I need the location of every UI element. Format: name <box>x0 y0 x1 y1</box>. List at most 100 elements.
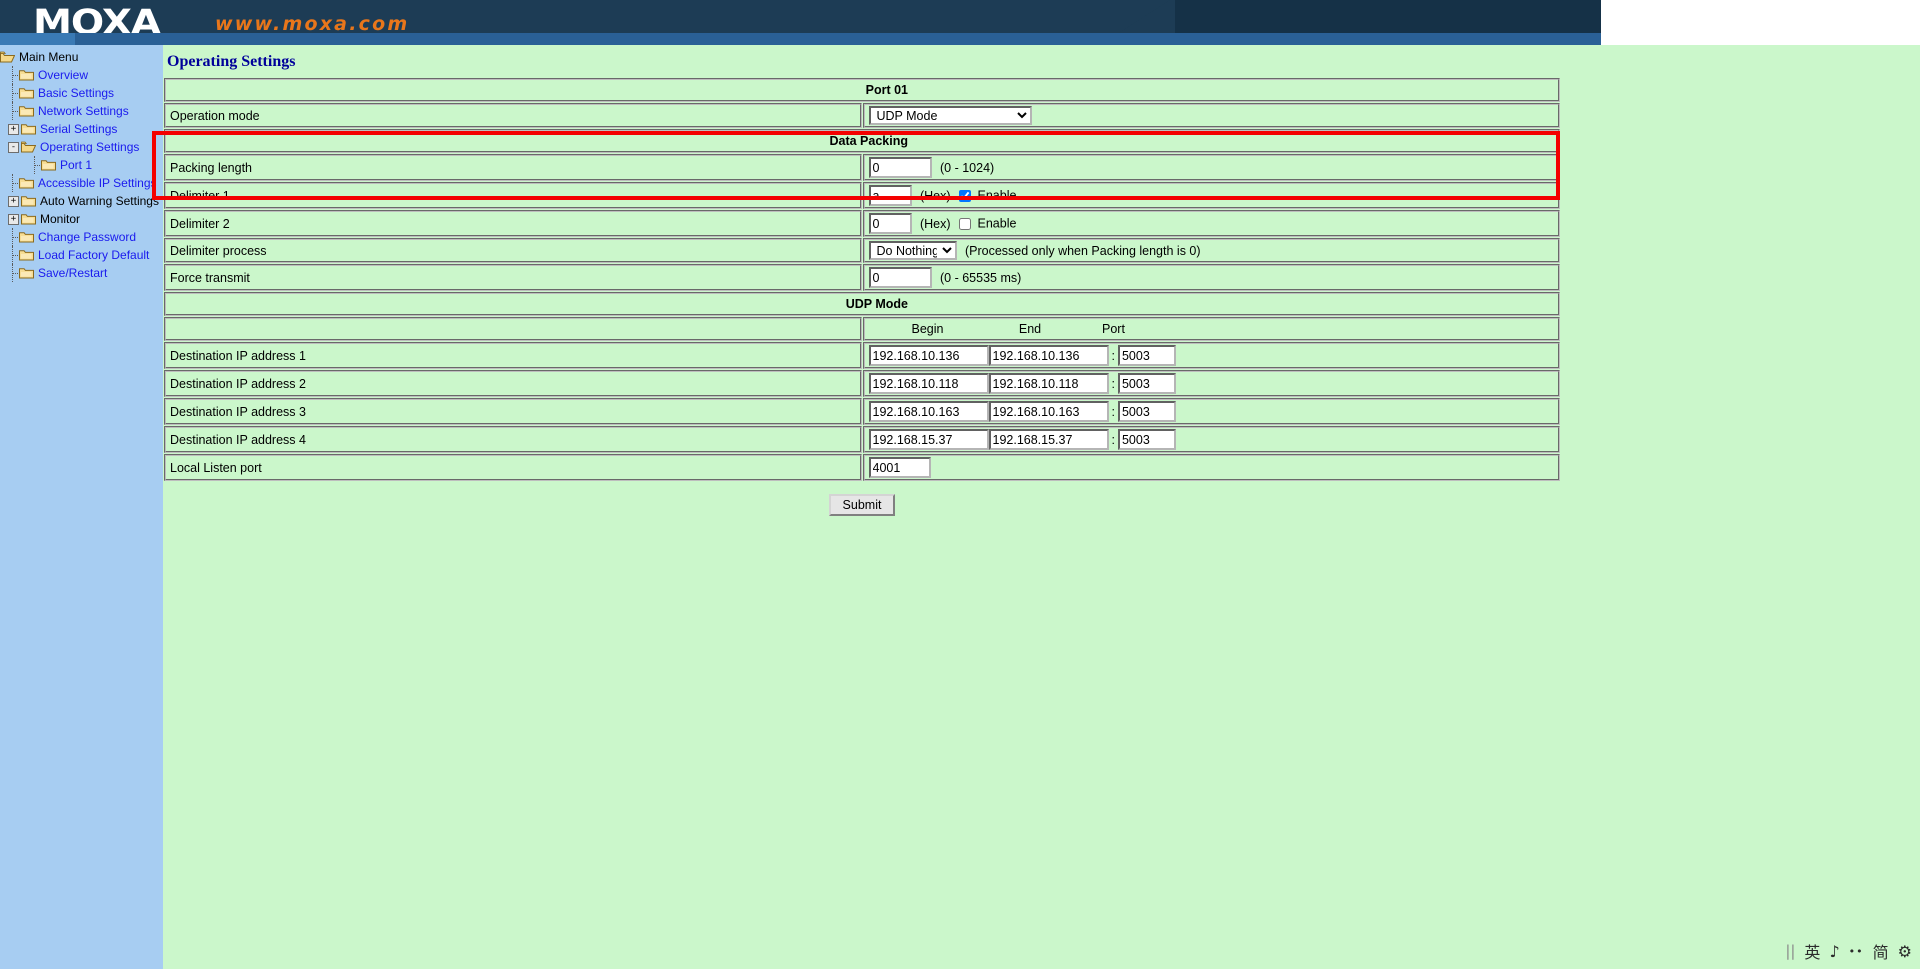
force-transmit-input[interactable] <box>868 267 932 288</box>
packing-length-label: Packing length <box>164 154 862 181</box>
collapse-node-icon[interactable]: - <box>8 141 19 153</box>
destination-ip-begin-input[interactable] <box>868 345 989 366</box>
expand-node-icon[interactable]: + <box>8 213 19 225</box>
ime-sound-icon[interactable]: ♪ <box>1829 942 1839 961</box>
destination-ip-begin-input[interactable] <box>868 373 989 394</box>
delimiter2-row: Delimiter 2 (Hex) Enable <box>164 210 1560 237</box>
column-header-port: Port <box>1102 322 1125 336</box>
destination-ip-end-input[interactable] <box>988 345 1109 366</box>
ime-dots-icon[interactable]: •• <box>1849 945 1864 958</box>
data-packing-header-row: Data Packing <box>164 129 1560 153</box>
sidebar-item-save-restart[interactable]: Save/Restart <box>0 264 163 282</box>
sidebar-item-monitor[interactable]: + Monitor <box>0 210 163 228</box>
banner-blue-strip-accent <box>0 33 75 45</box>
open-folder-icon <box>21 141 36 153</box>
destination-ip-end-input[interactable] <box>988 401 1109 422</box>
sidebar-item-port-1[interactable]: Port 1 <box>0 156 163 174</box>
folder-icon <box>19 231 34 243</box>
expand-node-icon[interactable]: + <box>8 195 19 207</box>
column-header-begin: Begin <box>911 322 944 336</box>
destination-port-input[interactable] <box>1117 345 1176 366</box>
ime-simplified-icon[interactable]: 简 <box>1873 939 1889 963</box>
sidebar-item-serial-settings[interactable]: + Serial Settings <box>0 120 163 138</box>
folder-icon <box>21 213 36 225</box>
port-header-row: Port 01 <box>164 78 1560 102</box>
sidebar-item-label: Network Settings <box>38 104 129 118</box>
delimiter1-hex-label: (Hex) <box>919 188 951 203</box>
destination-ip-begin-input[interactable] <box>868 429 989 450</box>
delimiter1-label: Delimiter 1 <box>164 182 862 209</box>
sidebar-item-change-password[interactable]: Change Password <box>0 228 163 246</box>
packing-length-input[interactable] <box>868 157 932 178</box>
tree-connector-line <box>30 156 41 174</box>
udp-column-header-row: Begin End Port <box>164 317 1560 341</box>
destination-port-input[interactable] <box>1117 429 1176 450</box>
destination-ip-label: Destination IP address 4 <box>164 426 862 453</box>
sidebar-navigation: Main Menu Overview Basic Settings Network S… <box>0 45 163 969</box>
operating-settings-table: Port 01 Operation mode Real COM ModeTCP … <box>163 77 1561 482</box>
destination-ip-row: Destination IP address 1: <box>164 342 1560 369</box>
delimiter1-cell: (Hex) Enable <box>862 182 1560 209</box>
sidebar-item-auto-warning-settings[interactable]: + Auto Warning Settings <box>0 192 163 210</box>
destination-ip-cell: : <box>862 370 1560 397</box>
operation-mode-cell: Real COM ModeTCP Server ModeTCP Client M… <box>862 103 1560 128</box>
port-header-label: Port 01 <box>164 78 1560 102</box>
destination-ip-end-input[interactable] <box>988 373 1109 394</box>
destination-port-input[interactable] <box>1117 373 1176 394</box>
destination-ip-label: Destination IP address 2 <box>164 370 862 397</box>
destination-port-input[interactable] <box>1117 401 1176 422</box>
delimiter2-input[interactable] <box>868 213 912 234</box>
delimiter1-enable-checkbox[interactable] <box>959 189 972 202</box>
delimiter-process-select[interactable]: Do NothingDelimiter+1Delimiter+2Strip De… <box>868 241 957 260</box>
operation-mode-select[interactable]: Real COM ModeTCP Server ModeTCP Client M… <box>868 106 1032 125</box>
folder-icon <box>21 123 36 135</box>
moxa-website-url: www.moxa.com <box>215 13 410 35</box>
sidebar-item-label: Serial Settings <box>40 122 118 136</box>
udp-column-header-spacer <box>164 317 862 341</box>
force-transmit-hint: (0 - 65535 ms) <box>939 270 1022 285</box>
destination-ip-cell: : <box>862 342 1560 369</box>
sidebar-item-label: Accessible IP Settings <box>38 176 157 190</box>
ime-language-icon[interactable]: 英 <box>1804 939 1820 963</box>
force-transmit-row: Force transmit (0 - 65535 ms) <box>164 264 1560 291</box>
delimiter2-cell: (Hex) Enable <box>862 210 1560 237</box>
local-listen-port-input[interactable] <box>868 457 931 478</box>
expand-node-icon[interactable]: + <box>8 123 19 135</box>
operation-mode-label: Operation mode <box>164 103 862 128</box>
udp-mode-label: UDP Mode <box>164 292 1560 316</box>
tree-connector-line <box>8 246 19 264</box>
tree-connector-line <box>8 66 19 84</box>
packing-length-hint: (0 - 1024) <box>939 160 995 175</box>
sidebar-item-accessible-ip-settings[interactable]: Accessible IP Settings <box>0 174 163 192</box>
folder-icon <box>19 177 34 189</box>
delimiter-process-label: Delimiter process <box>164 238 862 263</box>
sidebar-item-label: Overview <box>38 68 89 82</box>
submit-button[interactable]: Submit <box>828 494 896 516</box>
local-listen-port-label: Local Listen port <box>164 454 862 481</box>
destination-ip-begin-input[interactable] <box>868 401 989 422</box>
operation-mode-row: Operation mode Real COM ModeTCP Server M… <box>164 103 1560 128</box>
sidebar-item-basic-settings[interactable]: Basic Settings <box>0 84 163 102</box>
column-header-end: End <box>1018 322 1042 336</box>
destination-ip-row: Destination IP address 3: <box>164 398 1560 425</box>
delimiter2-enable-checkbox[interactable] <box>959 217 972 230</box>
delimiter1-input[interactable] <box>868 185 912 206</box>
sidebar-item-overview[interactable]: Overview <box>0 66 163 84</box>
delimiter-process-cell: Do NothingDelimiter+1Delimiter+2Strip De… <box>862 238 1560 263</box>
tree-connector-line <box>8 84 19 102</box>
sidebar-item-network-settings[interactable]: Network Settings <box>0 102 163 120</box>
site-banner: MOXA www.moxa.com <box>0 0 1601 45</box>
folder-icon <box>19 267 34 279</box>
sidebar-item-load-factory-default[interactable]: Load Factory Default <box>0 246 163 264</box>
sidebar-item-label: Load Factory Default <box>38 248 150 262</box>
udp-mode-header-row: UDP Mode <box>164 292 1560 316</box>
ime-tray: || 英 ♪ •• 简 ⚙ <box>1785 939 1912 963</box>
ime-settings-gear-icon[interactable]: ⚙ <box>1898 942 1912 961</box>
sidebar-item-root[interactable]: Main Menu <box>0 48 163 66</box>
delimiter1-enable-label: Enable <box>977 188 1017 203</box>
sidebar-item-operating-settings[interactable]: - Operating Settings <box>0 138 163 156</box>
packing-length-cell: (0 - 1024) <box>862 154 1560 181</box>
destination-ip-end-input[interactable] <box>988 429 1109 450</box>
data-packing-label: Data Packing <box>164 129 1560 153</box>
delimiter-process-hint: (Processed only when Packing length is 0… <box>964 244 1201 258</box>
